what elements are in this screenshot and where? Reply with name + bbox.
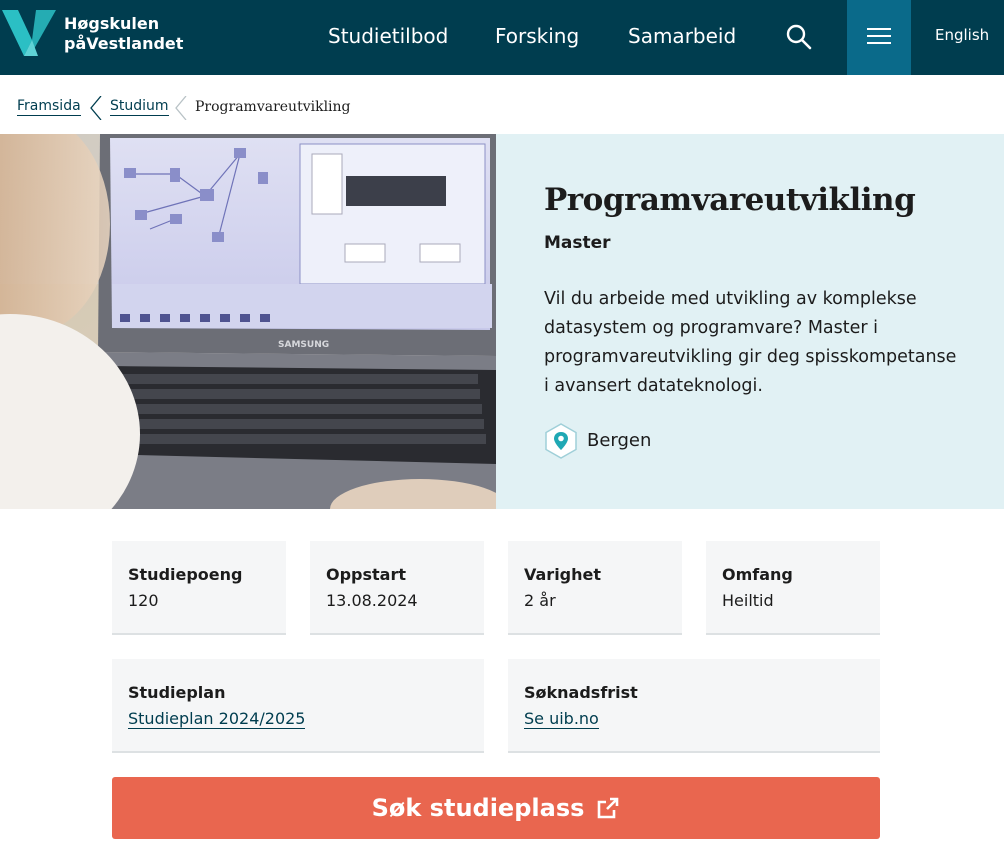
fact-label: Studiepoeng (128, 565, 243, 584)
logo-text: Høgskulen påVestlandet (64, 14, 184, 53)
apply-button-label: Søk studieplass (371, 794, 585, 822)
hamburger-icon (867, 28, 891, 30)
hvl-logo-icon (2, 10, 56, 56)
apply-button[interactable]: Søk studieplass (112, 777, 880, 839)
fact-card-omfang: Omfang Heiltid (706, 541, 880, 635)
location-text: Bergen (587, 430, 652, 451)
hero-panel: Programvareutvikling Master Vil du arbei… (496, 134, 1004, 509)
external-link-icon (598, 797, 619, 819)
svg-text:SAMSUNG: SAMSUNG (278, 340, 329, 350)
fact-card-varighet: Varighet 2 år (508, 541, 682, 635)
fact-label: Varighet (524, 565, 602, 584)
search-icon[interactable] (784, 22, 814, 52)
fact-value: 2 år (524, 591, 556, 610)
fact-value: 120 (128, 591, 159, 610)
fact-card-studiepoeng: Studiepoeng 120 (112, 541, 286, 635)
fact-label: Søknadsfrist (524, 683, 638, 702)
chevron-left-icon (175, 96, 187, 120)
fact-value: 13.08.2024 (326, 591, 418, 610)
nav-item-samarbeid[interactable]: Samarbeid (628, 24, 736, 48)
fact-label: Omfang (722, 565, 793, 584)
fact-card-oppstart: Oppstart 13.08.2024 (310, 541, 484, 635)
site-header: Høgskulen påVestlandet Studietilbod Fors… (0, 0, 1004, 75)
degree-label: Master (544, 233, 611, 253)
nav-item-studietilbod[interactable]: Studietilbod (328, 24, 448, 48)
breadcrumb-studium[interactable]: Studium (110, 98, 169, 116)
soknadsfrist-link[interactable]: Se uib.no (524, 709, 599, 729)
fact-card-studieplan: Studieplan Studieplan 2024/2025 (112, 659, 484, 753)
fact-label: Studieplan (128, 683, 226, 702)
breadcrumb-current: Programvareutvikling (195, 99, 351, 115)
laptop-photo: SAMSUNG (0, 134, 496, 509)
fact-label: Oppstart (326, 565, 407, 584)
nav-item-forsking[interactable]: Forsking (495, 24, 579, 48)
hero-image: SAMSUNG (0, 134, 496, 509)
fact-card-soknadsfrist: Søknadsfrist Se uib.no (508, 659, 880, 753)
breadcrumb-framsida[interactable]: Framsida (17, 98, 81, 116)
page-title: Programvareutvikling (544, 182, 916, 218)
language-switch[interactable]: English (935, 26, 989, 44)
chevron-left-icon (90, 96, 102, 120)
hero-description: Vil du arbeide med utvikling av kompleks… (544, 289, 957, 396)
fact-value: Heiltid (722, 591, 774, 610)
menu-button[interactable] (847, 0, 911, 75)
location-pin-icon (545, 423, 577, 459)
studieplan-link[interactable]: Studieplan 2024/2025 (128, 709, 306, 729)
